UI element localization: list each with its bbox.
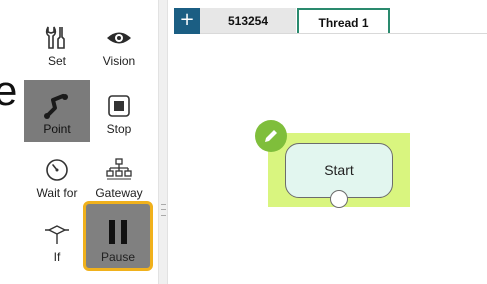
tool-vision[interactable]: Vision: [86, 12, 152, 74]
tab-513254[interactable]: 513254: [200, 8, 296, 34]
eye-icon: [105, 24, 133, 52]
tool-vision-label: Vision: [102, 54, 136, 68]
tool-stop[interactable]: Stop: [86, 80, 152, 142]
scrollbar-grip[interactable]: [161, 204, 166, 216]
set-icon: [43, 24, 71, 52]
stop-icon: [105, 92, 133, 120]
timer-icon: [43, 156, 71, 184]
add-tab-button[interactable]: +: [174, 8, 200, 34]
tab-underline: [200, 33, 487, 34]
tool-palette: Set Vision Point Stop Wait for Gateway I…: [20, 0, 158, 284]
tool-pause[interactable]: Pause: [83, 201, 153, 271]
app-window: e Set Vision Point Stop Wait for Gateway…: [0, 0, 487, 284]
point-icon: [43, 92, 71, 120]
tool-stop-label: Stop: [106, 122, 132, 136]
tool-set-label: Set: [47, 54, 66, 68]
tool-wait-for[interactable]: Wait for: [24, 144, 90, 206]
branch-icon: [43, 220, 71, 248]
tool-point[interactable]: Point: [24, 80, 90, 142]
tool-if[interactable]: If: [24, 208, 90, 270]
tool-pause-label: Pause: [100, 250, 136, 264]
partial-text: e: [0, 67, 18, 114]
pencil-icon: [262, 127, 280, 145]
tab-thread-1[interactable]: Thread 1: [297, 8, 390, 34]
gateway-icon: [105, 156, 133, 184]
tool-if-label: If: [53, 250, 61, 264]
tool-gateway[interactable]: Gateway: [86, 144, 152, 206]
tab-bar: + 513254 Thread 1: [168, 8, 487, 34]
pause-icon: [104, 218, 132, 246]
palette-scrollbar[interactable]: [158, 0, 168, 284]
tool-point-label: Point: [43, 122, 71, 136]
start-node-output-port[interactable]: [330, 190, 348, 208]
tool-wait-for-label: Wait for: [36, 186, 78, 200]
edit-node-button[interactable]: [255, 120, 287, 152]
tool-set[interactable]: Set: [24, 12, 90, 74]
tool-gateway-label: Gateway: [95, 186, 143, 200]
